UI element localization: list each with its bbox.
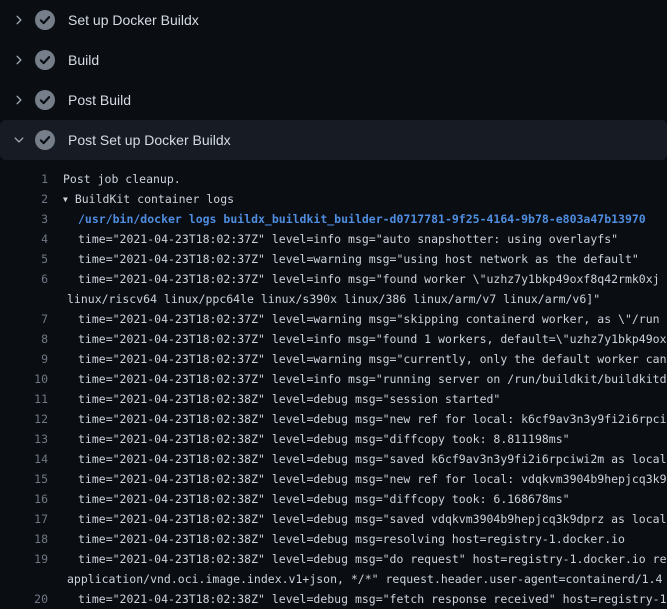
log-line-number[interactable]: 3	[0, 209, 48, 229]
log-line: 12 time="2021-04-23T18:02:38Z" level=deb…	[0, 409, 667, 429]
log-line-number[interactable]: 5	[0, 249, 48, 269]
log-line: 19 time="2021-04-23T18:02:38Z" level=deb…	[0, 549, 667, 569]
log-line-number[interactable]: 18	[0, 529, 48, 549]
log-line: 20 time="2021-04-23T18:02:38Z" level=deb…	[0, 589, 667, 609]
step-title: Post Build	[68, 80, 131, 120]
chevron-down-icon	[11, 132, 27, 148]
check-circle-icon	[35, 50, 55, 70]
log-line-number[interactable]: 2	[0, 189, 48, 209]
step-header-build[interactable]: Build	[0, 40, 667, 80]
log-line-text: ▼ BuildKit container logs	[63, 189, 234, 209]
check-circle-icon	[35, 10, 55, 30]
log-line-text: time="2021-04-23T18:02:38Z" level=debug …	[63, 409, 667, 429]
step-header-post-set-up-docker-buildx[interactable]: Post Set up Docker Buildx	[0, 120, 667, 160]
log-line-text: Post job cleanup.	[63, 169, 181, 189]
step-header-set-up-docker-buildx[interactable]: Set up Docker Buildx	[0, 0, 667, 40]
log-line: 4 time="2021-04-23T18:02:37Z" level=info…	[0, 229, 667, 249]
log-line-number[interactable]: 8	[0, 329, 48, 349]
log-line: 10 time="2021-04-23T18:02:37Z" level=inf…	[0, 369, 667, 389]
log-line-text: linux/riscv64 linux/ppc64le linux/s390x …	[63, 289, 600, 309]
log-line-text: time="2021-04-23T18:02:38Z" level=debug …	[63, 529, 625, 549]
log-line-text: time="2021-04-23T18:02:38Z" level=debug …	[63, 549, 667, 569]
log-line-text: time="2021-04-23T18:02:37Z" level=info m…	[63, 269, 660, 289]
log-line-number[interactable]: 20	[0, 589, 48, 609]
log-line-number[interactable]: 6	[0, 269, 48, 289]
command-text: /usr/bin/docker logs buildx_buildkit_bui…	[63, 209, 646, 229]
check-circle-icon	[35, 90, 55, 110]
log-line: 16 time="2021-04-23T18:02:38Z" level=deb…	[0, 489, 667, 509]
log-line-number[interactable]: 17	[0, 509, 48, 529]
step-title: Post Set up Docker Buildx	[68, 120, 231, 160]
log-line: 6 time="2021-04-23T18:02:37Z" level=info…	[0, 269, 667, 289]
step-header-post-build[interactable]: Post Build	[0, 80, 667, 120]
log-line-number[interactable]: 14	[0, 449, 48, 469]
log-line: application/vnd.oci.image.index.v1+json,…	[0, 569, 667, 589]
log-line-number[interactable]: 1	[0, 169, 48, 189]
log-line: 14 time="2021-04-23T18:02:38Z" level=deb…	[0, 449, 667, 469]
log-line-text: time="2021-04-23T18:02:37Z" level=warnin…	[63, 349, 667, 369]
log-line-number[interactable]: 9	[0, 349, 48, 369]
log-line-number[interactable]: 19	[0, 549, 48, 569]
log-line: 13 time="2021-04-23T18:02:38Z" level=deb…	[0, 429, 667, 449]
log-line-text: time="2021-04-23T18:02:37Z" level=info m…	[63, 229, 618, 249]
log-line-number[interactable]	[0, 289, 48, 309]
log-group-label: BuildKit container logs	[75, 192, 234, 206]
log-line-number[interactable]: 10	[0, 369, 48, 389]
log-line-number[interactable]: 4	[0, 229, 48, 249]
log-line-text: time="2021-04-23T18:02:38Z" level=debug …	[63, 469, 667, 489]
log-line: 3 /usr/bin/docker logs buildx_buildkit_b…	[0, 209, 667, 229]
log-line-text: application/vnd.oci.image.index.v1+json,…	[63, 569, 662, 589]
collapse-triangle-icon: ▼	[63, 190, 68, 209]
log-line-text: time="2021-04-23T18:02:38Z" level=debug …	[63, 489, 570, 509]
chevron-right-icon	[11, 12, 27, 28]
log-line: 1 Post job cleanup.	[0, 169, 667, 189]
log-line-number[interactable]	[0, 569, 48, 589]
step-title: Build	[68, 40, 99, 80]
log-line-number[interactable]: 12	[0, 409, 48, 429]
check-circle-icon	[35, 130, 55, 150]
log-line-number[interactable]: 11	[0, 389, 48, 409]
log-line-text: time="2021-04-23T18:02:38Z" level=debug …	[63, 449, 667, 469]
log-line-number[interactable]: 7	[0, 309, 48, 329]
log-line-text: time="2021-04-23T18:02:37Z" level=warnin…	[63, 249, 639, 269]
log-line: 15 time="2021-04-23T18:02:38Z" level=deb…	[0, 469, 667, 489]
log-line-text: time="2021-04-23T18:02:37Z" level=warnin…	[63, 309, 660, 329]
log-line-text: time="2021-04-23T18:02:38Z" level=debug …	[63, 389, 500, 409]
log-line: linux/riscv64 linux/ppc64le linux/s390x …	[0, 289, 667, 309]
log-line-text: time="2021-04-23T18:02:37Z" level=info m…	[63, 369, 667, 389]
log-line: 17 time="2021-04-23T18:02:38Z" level=deb…	[0, 509, 667, 529]
chevron-right-icon	[11, 52, 27, 68]
chevron-right-icon	[11, 92, 27, 108]
log-line: 9 time="2021-04-23T18:02:37Z" level=warn…	[0, 349, 667, 369]
log-line-text: time="2021-04-23T18:02:38Z" level=debug …	[63, 589, 667, 609]
log-area: 1 Post job cleanup. 2 ▼ BuildKit containe…	[0, 160, 667, 609]
log-line: 11 time="2021-04-23T18:02:38Z" level=deb…	[0, 389, 667, 409]
log-line-text: time="2021-04-23T18:02:38Z" level=debug …	[63, 509, 667, 529]
log-line-number[interactable]: 13	[0, 429, 48, 449]
log-line: 18 time="2021-04-23T18:02:38Z" level=deb…	[0, 529, 667, 549]
log-line: 8 time="2021-04-23T18:02:37Z" level=info…	[0, 329, 667, 349]
log-line: 7 time="2021-04-23T18:02:37Z" level=warn…	[0, 309, 667, 329]
log-line-number[interactable]: 15	[0, 469, 48, 489]
log-line: 5 time="2021-04-23T18:02:37Z" level=warn…	[0, 249, 667, 269]
step-title: Set up Docker Buildx	[68, 0, 199, 40]
log-line-text: time="2021-04-23T18:02:37Z" level=info m…	[63, 329, 667, 349]
log-line-text: time="2021-04-23T18:02:38Z" level=debug …	[63, 429, 570, 449]
steps-list: Set up Docker Buildx Build Post Buil	[0, 0, 667, 160]
log-line-number[interactable]: 16	[0, 489, 48, 509]
log-group-header[interactable]: 2 ▼ BuildKit container logs	[0, 189, 667, 209]
